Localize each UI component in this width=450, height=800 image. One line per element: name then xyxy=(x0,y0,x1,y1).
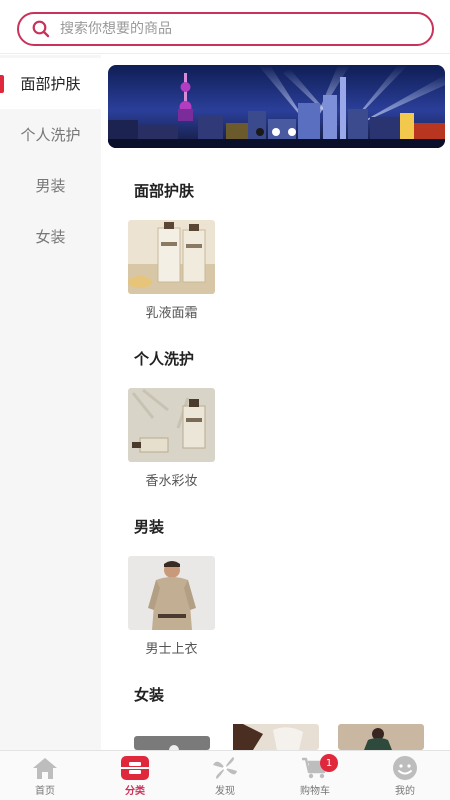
search-box[interactable] xyxy=(17,12,434,46)
search-bar xyxy=(0,0,450,54)
section-title-womenswear: 女装 xyxy=(134,686,165,704)
category-page: 面部护肤 个人洗护 男装 女装 xyxy=(0,0,450,800)
bottom-tab-bar: 首页 分类 发现 1 购物车 我的 xyxy=(0,750,450,800)
sidebar-item-face-care[interactable]: 面部护肤 xyxy=(0,58,101,109)
product-image xyxy=(128,388,215,462)
product-perfume-makeup[interactable]: 香水彩妆 xyxy=(128,388,215,489)
product-image xyxy=(128,556,215,630)
tab-label: 发现 xyxy=(215,785,235,797)
category-icon xyxy=(121,755,149,781)
product-image xyxy=(128,220,215,294)
womenswear-product-image-3[interactable] xyxy=(338,724,424,750)
city-skyline-banner[interactable] xyxy=(108,65,445,148)
cart-badge: 1 xyxy=(320,754,338,772)
tab-profile[interactable]: 我的 xyxy=(360,751,450,800)
product-label: 香水彩妆 xyxy=(145,474,198,489)
womenswear-product-image-1[interactable] xyxy=(134,736,210,750)
category-sidebar: 面部护肤 个人洗护 男装 女装 xyxy=(0,55,101,750)
womenswear-product-image-2[interactable] xyxy=(233,724,319,750)
sidebar-item-womenswear[interactable]: 女装 xyxy=(0,211,101,262)
tab-discover[interactable]: 发现 xyxy=(180,751,270,800)
tab-label: 首页 xyxy=(35,785,55,797)
product-label: 乳液面霜 xyxy=(145,306,198,321)
discover-icon xyxy=(211,755,239,781)
section-title-menswear: 男装 xyxy=(134,518,165,536)
tab-cart[interactable]: 1 购物车 xyxy=(270,751,360,800)
banner-image xyxy=(108,65,445,148)
section-title-face-care: 面部护肤 xyxy=(134,182,195,200)
tab-home[interactable]: 首页 xyxy=(0,751,90,800)
search-input[interactable] xyxy=(60,21,400,37)
section-title-personal-care: 个人洗护 xyxy=(134,350,195,368)
profile-icon xyxy=(391,755,419,781)
tab-label: 分类 xyxy=(125,785,145,797)
sidebar-item-menswear[interactable]: 男装 xyxy=(0,160,101,211)
home-icon xyxy=(31,755,59,781)
category-content: 面部护肤 乳液面霜 个人洗护 香水彩妆 男装 男士上衣 女装 xyxy=(101,55,450,750)
tab-category[interactable]: 分类 xyxy=(90,751,180,800)
tab-label: 我的 xyxy=(395,785,415,797)
search-icon xyxy=(32,20,50,38)
tab-label: 购物车 xyxy=(300,785,330,797)
product-lotion-cream[interactable]: 乳液面霜 xyxy=(128,220,215,321)
sidebar-item-personal-care[interactable]: 个人洗护 xyxy=(0,109,101,160)
product-label: 男士上衣 xyxy=(145,642,198,657)
product-mens-tops[interactable]: 男士上衣 xyxy=(128,556,215,657)
